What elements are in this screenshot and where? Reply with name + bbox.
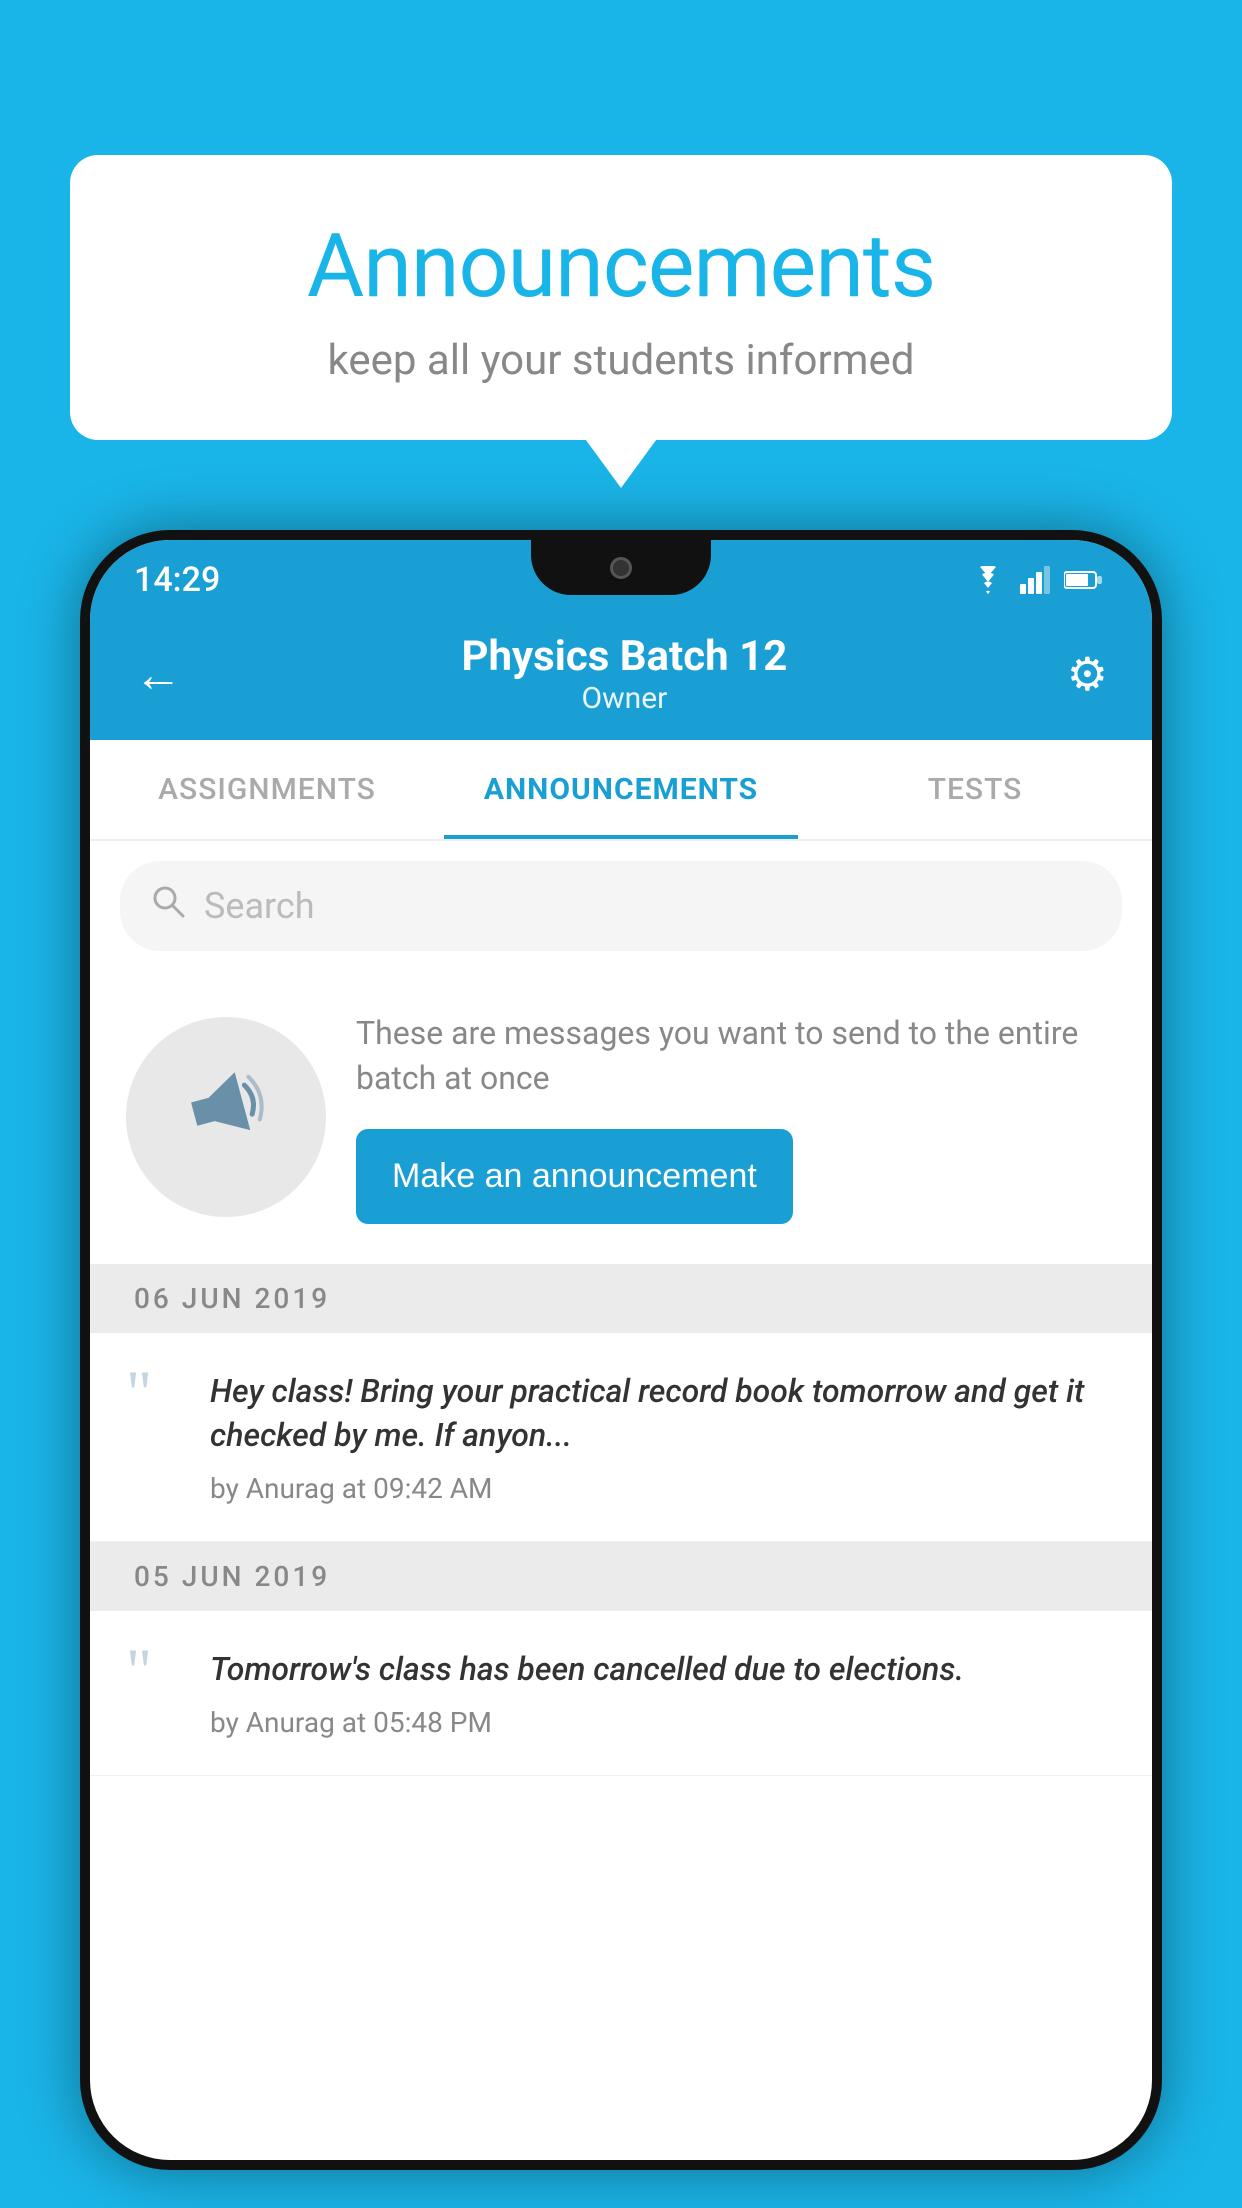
phone-frame: 14:29 [80,530,1162,2170]
speech-bubble-container: Announcements keep all your students inf… [70,155,1172,440]
announcement-meta-2: by Anurag at 05:48 PM [210,1706,1116,1739]
header-subtitle: Owner [461,681,787,716]
announcement-content-1: Hey class! Bring your practical record b… [210,1369,1116,1506]
date-separator-1: 06 JUN 2019 [90,1264,1152,1333]
status-time: 14:29 [134,560,220,600]
date-separator-2: 05 JUN 2019 [90,1542,1152,1611]
status-icons [970,566,1102,594]
quote-icon-2: " [126,1639,186,1703]
announcement-description: These are messages you want to send to t… [356,1011,1116,1101]
back-button[interactable]: ← [134,646,182,703]
tab-assignments[interactable]: ASSIGNMENTS [90,740,444,839]
tab-announcements[interactable]: ANNOUNCEMENTS [444,740,798,839]
megaphone-icon [162,1045,290,1189]
settings-icon[interactable]: ⚙ [1067,647,1108,702]
camera [610,557,632,579]
announcement-item-1[interactable]: " Hey class! Bring your practical record… [90,1333,1152,1543]
search-container: Search [90,841,1152,971]
app-header: ← Physics Batch 12 Owner ⚙ [90,612,1152,740]
announcement-text-1: Hey class! Bring your practical record b… [210,1369,1116,1459]
header-title: Physics Batch 12 [461,632,787,681]
tab-tests[interactable]: TESTS [798,740,1152,839]
quote-icon-1: " [126,1361,186,1425]
signal-icon [1020,566,1050,594]
phone-container: 14:29 [80,530,1162,2208]
announcement-empty-state: These are messages you want to send to t… [90,971,1152,1264]
search-box[interactable]: Search [120,861,1122,951]
bubble-title: Announcements [120,215,1122,318]
speech-bubble: Announcements keep all your students inf… [70,155,1172,440]
phone-screen: 14:29 [90,540,1152,2160]
wifi-icon [970,566,1006,594]
search-placeholder: Search [204,885,315,927]
announcement-text-2: Tomorrow's class has been cancelled due … [210,1647,1116,1692]
bubble-subtitle: keep all your students informed [120,336,1122,385]
announcement-item-2[interactable]: " Tomorrow's class has been cancelled du… [90,1611,1152,1776]
header-center: Physics Batch 12 Owner [461,632,787,716]
phone-notch [531,540,711,595]
megaphone-circle [126,1017,326,1217]
announcement-meta-1: by Anurag at 09:42 AM [210,1472,1116,1505]
announcement-right: These are messages you want to send to t… [356,1011,1116,1224]
search-icon [150,883,186,929]
battery-icon [1064,569,1102,591]
tabs-container: ASSIGNMENTS ANNOUNCEMENTS TESTS [90,740,1152,841]
announcement-content-2: Tomorrow's class has been cancelled due … [210,1647,1116,1739]
make-announcement-button[interactable]: Make an announcement [356,1129,793,1224]
